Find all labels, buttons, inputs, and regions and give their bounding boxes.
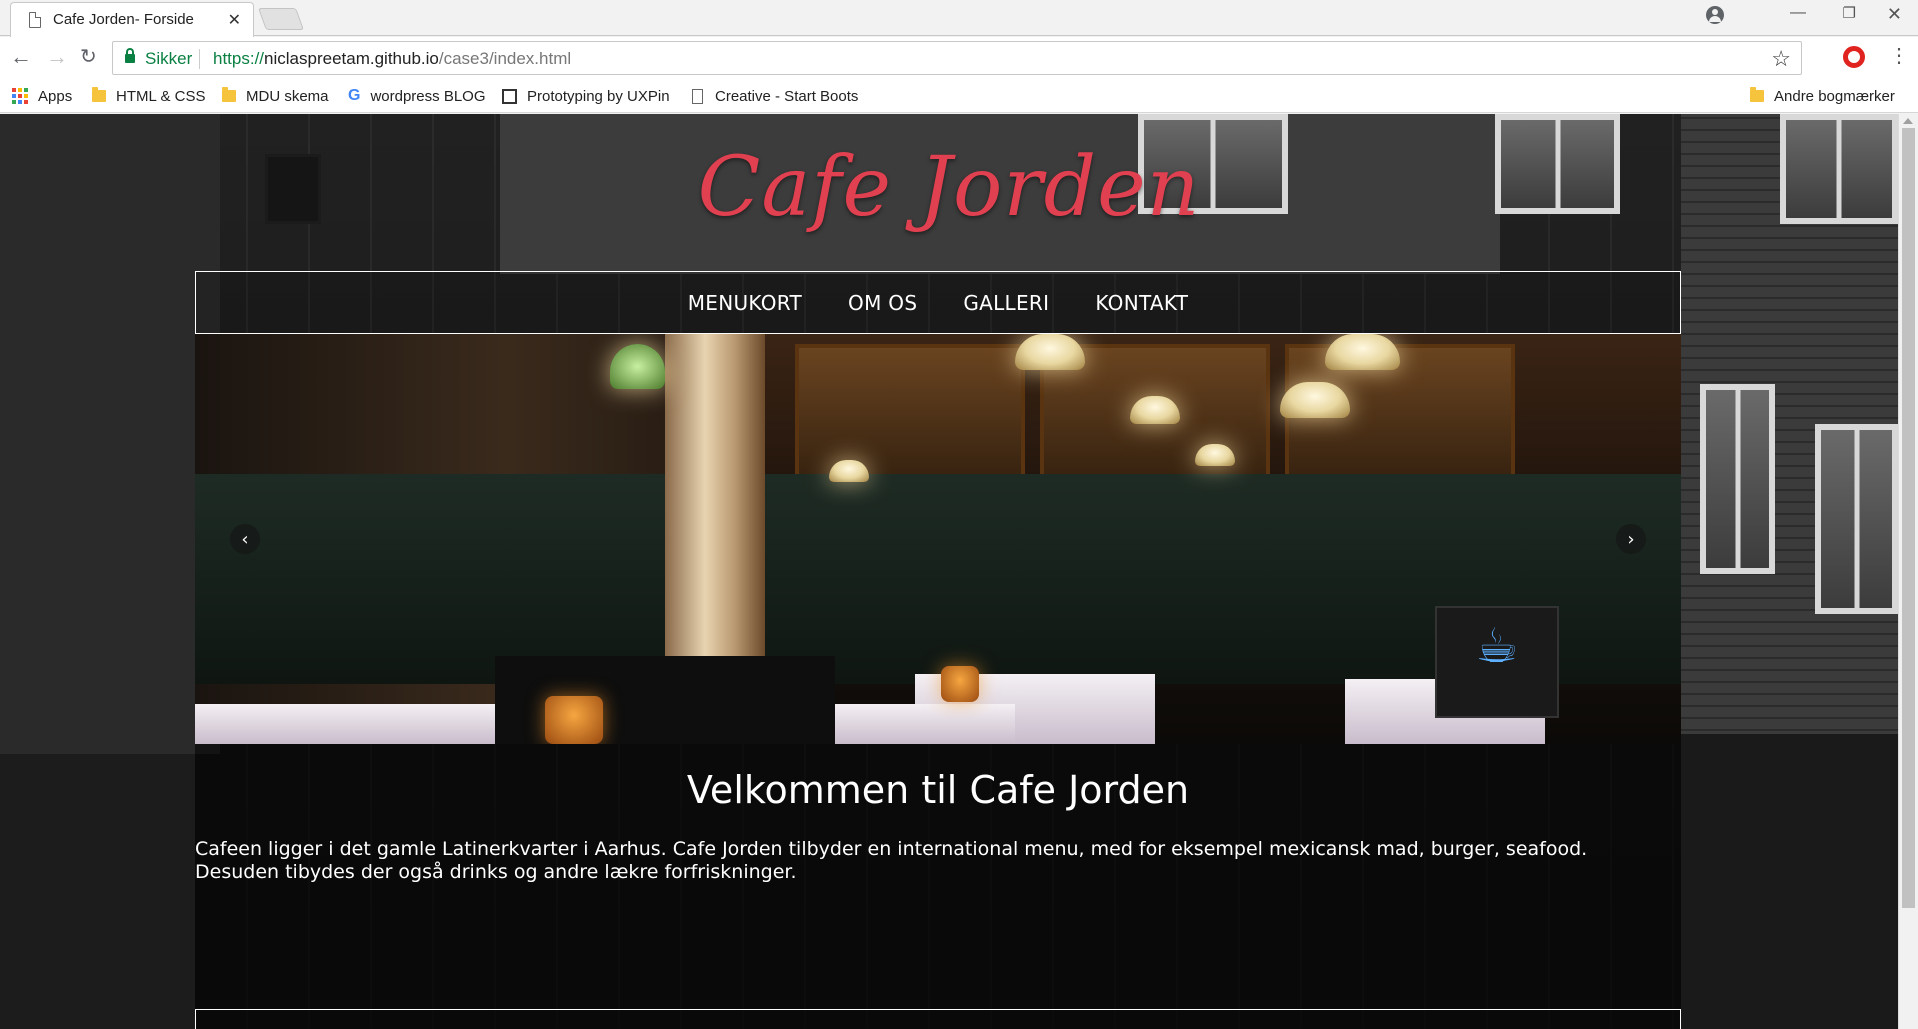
intro-line: Desuden tibydes der også drinks og andre… [195, 861, 797, 883]
background-window [1700, 384, 1775, 574]
menu-kebab-icon[interactable]: ⋮ [1889, 44, 1909, 68]
back-icon[interactable]: ← [10, 45, 32, 69]
uxpin-icon [502, 88, 517, 104]
google-icon: G [348, 87, 361, 104]
url-path: /case3/index.html [438, 49, 572, 68]
bookmark-apps[interactable]: Apps [12, 84, 72, 108]
address-bar[interactable]: Sikker https://niclaspreetam.github.io/c… [112, 41, 1802, 75]
intro-line: Cafeen ligger i det gamle Latinerkvarter… [195, 838, 1588, 860]
bookmark-html-css[interactable]: HTML & CSS [92, 84, 205, 108]
bookmark-label: Creative - Start Boots [715, 87, 859, 105]
nav-link-menukort[interactable]: MENUKORT [688, 291, 802, 315]
bookmark-star-icon[interactable]: ☆ [1771, 46, 1791, 72]
folder-icon [222, 87, 236, 102]
image-carousel: ☕ ‹ › [195, 334, 1681, 744]
opera-extension-icon[interactable] [1843, 46, 1865, 68]
url-text[interactable]: https://niclaspreetam.github.io/case3/in… [213, 49, 571, 69]
chevron-left-icon[interactable]: ‹ [230, 524, 260, 554]
apps-grid-icon [12, 88, 28, 104]
folder-icon [1750, 87, 1764, 102]
nav-link-om-os[interactable]: OM OS [848, 291, 917, 315]
new-tab-button[interactable] [257, 8, 305, 30]
page-viewport: Cafe Jorden MENUKORT OM OS GALLERI KONTA… [0, 114, 1898, 1029]
lamp-light [829, 460, 869, 482]
browser-tab-bar: Cafe Jorden- Forside ✕ — ❐ ✕ [0, 0, 1918, 37]
forward-icon[interactable]: → [46, 45, 68, 69]
bookmark-mdu-skema[interactable]: MDU skema [222, 84, 329, 108]
background-storefront [1681, 734, 1898, 1029]
reload-icon[interactable]: ↻ [80, 45, 97, 69]
nav-link-galleri[interactable]: GALLERI [963, 291, 1049, 315]
lock-icon [125, 48, 135, 63]
welcome-section: Velkommen til Cafe Jorden Cafeen ligger … [195, 744, 1681, 1029]
url-divider [199, 49, 200, 69]
candle-light [545, 696, 603, 744]
browser-tab[interactable]: Cafe Jorden- Forside ✕ [10, 2, 254, 37]
close-tab-icon[interactable]: ✕ [228, 10, 241, 30]
candle-light [941, 666, 979, 702]
restore-icon[interactable]: ❐ [1843, 4, 1856, 22]
bookmark-label: wordpress BLOG [370, 87, 486, 105]
welcome-heading: Velkommen til Cafe Jorden [686, 768, 1190, 812]
scroll-up-arrow-icon[interactable] [1903, 118, 1913, 124]
next-section-box [195, 1009, 1681, 1029]
profile-icon[interactable] [1706, 6, 1724, 24]
lamp-light [1195, 444, 1235, 466]
bookmark-label: MDU skema [246, 87, 329, 105]
intro-text: Cafeen ligger i det gamle Latinerkvarter… [195, 838, 1681, 884]
bookmark-label: Prototyping by UXPin [527, 87, 670, 105]
lamp-light [1280, 382, 1350, 418]
bookmark-label: HTML & CSS [116, 87, 206, 105]
chevron-right-icon[interactable]: › [1616, 524, 1646, 554]
background-street [0, 754, 195, 1029]
scroll-thumb[interactable] [1902, 128, 1915, 908]
nav-link-kontakt[interactable]: KONTAKT [1095, 291, 1188, 315]
folder-icon [92, 87, 106, 102]
browser-toolbar: ← → ↻ Sikker https://niclaspreetam.githu… [0, 37, 1918, 79]
url-host: niclaspreetam.github.io [264, 49, 439, 68]
bookmarks-bar: Apps HTML & CSS MDU skema G wordpress BL… [0, 79, 1918, 113]
bookmark-creative[interactable]: Creative - Start Boots [692, 84, 858, 108]
bookmark-uxpin[interactable]: Prototyping by UXPin [502, 84, 670, 108]
lamp-light [1325, 334, 1400, 370]
minimize-icon[interactable]: — [1790, 4, 1806, 22]
background-window [1815, 424, 1898, 614]
site-logo[interactable]: Cafe Jorden [0, 140, 1898, 235]
bookmark-wordpress-blog[interactable]: G wordpress BLOG [348, 84, 486, 108]
lamp-light [1015, 334, 1085, 370]
page-icon [692, 88, 703, 104]
coffee-cup-icon: ☕ [1475, 618, 1519, 674]
bookmark-label: Apps [38, 87, 73, 105]
bookmark-label: Andre bogmærker [1774, 87, 1895, 105]
close-window-icon[interactable]: ✕ [1887, 4, 1902, 25]
bookmark-other[interactable]: Andre bogmærker [1750, 84, 1895, 108]
url-scheme: https:// [213, 49, 265, 68]
main-navigation: MENUKORT OM OS GALLERI KONTAKT [195, 271, 1681, 334]
tab-title: Cafe Jorden- Forside [53, 11, 194, 28]
page-scrollbar[interactable] [1898, 114, 1918, 1029]
page-icon [29, 12, 41, 28]
secure-label: Sikker [145, 49, 193, 68]
